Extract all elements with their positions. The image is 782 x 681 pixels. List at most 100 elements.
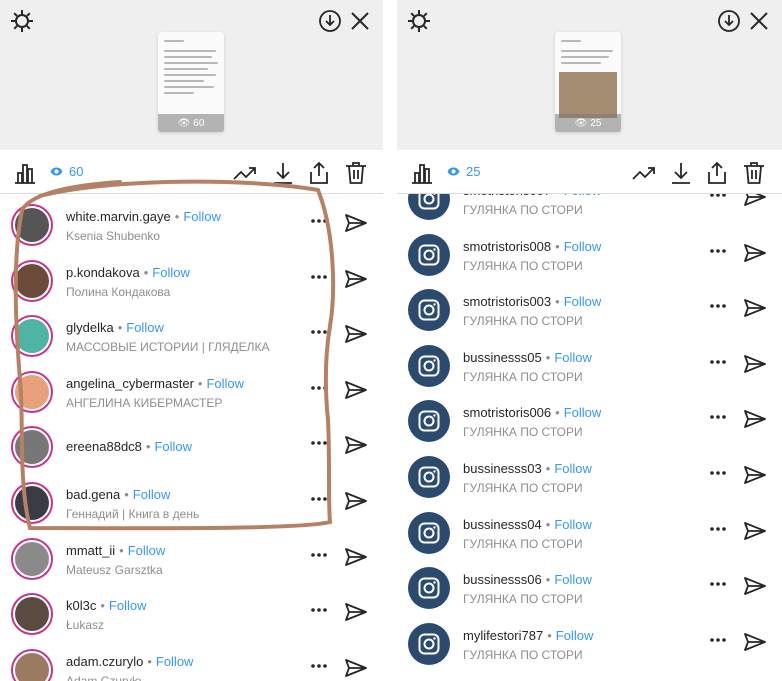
- username-link[interactable]: p.kondakova: [66, 265, 140, 280]
- follow-button[interactable]: Follow: [133, 487, 171, 502]
- close-icon[interactable]: [347, 8, 373, 34]
- avatar[interactable]: [11, 426, 53, 469]
- follow-button[interactable]: Follow: [564, 194, 602, 198]
- username-link[interactable]: adam.czurylo: [66, 654, 143, 669]
- more-options-icon[interactable]: [311, 607, 327, 613]
- send-message-icon[interactable]: [743, 631, 767, 653]
- username-link[interactable]: bad.gena: [66, 487, 120, 502]
- trash-icon[interactable]: [343, 160, 369, 186]
- bar-chart-icon[interactable]: [409, 160, 435, 186]
- more-options-icon[interactable]: [311, 274, 327, 280]
- viewer-row[interactable]: bussinesss03 • Follow ГУЛЯНКА ПО СТОРИ: [397, 448, 782, 504]
- username-link[interactable]: bussinesss03: [463, 461, 542, 476]
- viewer-row[interactable]: ereena88dc8 • Follow: [0, 418, 383, 474]
- more-options-icon[interactable]: [710, 637, 726, 643]
- avatar[interactable]: [11, 259, 53, 302]
- viewer-row[interactable]: bussinesss06 • Follow ГУЛЯНКА ПО СТОРИ: [397, 559, 782, 615]
- avatar[interactable]: [408, 511, 450, 554]
- follow-button[interactable]: Follow: [564, 405, 602, 420]
- send-message-icon[interactable]: [344, 601, 368, 623]
- follow-button[interactable]: Follow: [564, 294, 602, 309]
- avatar[interactable]: [408, 289, 450, 332]
- viewer-row[interactable]: bad.gena • Follow Геннадий | Книга в день: [0, 474, 383, 530]
- avatar[interactable]: [11, 648, 53, 681]
- more-options-icon[interactable]: [311, 663, 327, 669]
- download-icon[interactable]: [270, 160, 296, 186]
- viewer-row[interactable]: glydelka • Follow МАССОВЫЕ ИСТОРИИ | ГЛЯДЕЛ…: [0, 307, 383, 363]
- send-message-icon[interactable]: [344, 212, 368, 234]
- viewer-row[interactable]: smotristoris003 • Follow ГУЛЯНКА ПО СТОРИ: [397, 281, 782, 337]
- send-message-icon[interactable]: [344, 323, 368, 345]
- viewers-count[interactable]: 25: [447, 164, 480, 179]
- avatar[interactable]: [408, 567, 450, 610]
- username-link[interactable]: bussinesss04: [463, 517, 542, 532]
- follow-button[interactable]: Follow: [109, 598, 147, 613]
- more-options-icon[interactable]: [311, 440, 327, 446]
- more-options-icon[interactable]: [710, 581, 726, 587]
- send-message-icon[interactable]: [743, 194, 767, 208]
- download-icon[interactable]: [668, 160, 694, 186]
- more-options-icon[interactable]: [710, 470, 726, 476]
- viewer-row[interactable]: mmatt_ii • Follow Mateusz Garsztka: [0, 530, 383, 586]
- settings-gear-icon[interactable]: [406, 8, 432, 34]
- avatar[interactable]: [11, 315, 53, 358]
- share-icon[interactable]: [704, 160, 730, 186]
- trending-icon[interactable]: [232, 160, 258, 186]
- more-options-icon[interactable]: [311, 218, 327, 224]
- viewer-row[interactable]: angelina_cybermaster • Follow АНГЕЛИНА КИБЕ…: [0, 363, 383, 419]
- send-message-icon[interactable]: [743, 408, 767, 430]
- bar-chart-icon[interactable]: [12, 160, 38, 186]
- send-message-icon[interactable]: [743, 297, 767, 319]
- follow-button[interactable]: Follow: [206, 376, 244, 391]
- viewer-row[interactable]: white.marvin.gaye • Follow Ksenia Shubenko: [0, 196, 383, 252]
- send-message-icon[interactable]: [743, 464, 767, 486]
- username-link[interactable]: mmatt_ii: [66, 543, 115, 558]
- username-link[interactable]: smotristoris003: [463, 294, 551, 309]
- avatar[interactable]: [11, 204, 53, 246]
- follow-button[interactable]: Follow: [183, 209, 221, 224]
- username-link[interactable]: white.marvin.gaye: [66, 209, 171, 224]
- username-link[interactable]: bussinesss05: [463, 350, 542, 365]
- follow-button[interactable]: Follow: [156, 654, 194, 669]
- viewer-row[interactable]: smotristoris008 • Follow ГУЛЯНКА ПО СТОРИ: [397, 226, 782, 282]
- trending-icon[interactable]: [631, 160, 657, 186]
- send-message-icon[interactable]: [344, 434, 368, 456]
- username-link[interactable]: smotristoris007: [463, 194, 551, 198]
- more-options-icon[interactable]: [710, 194, 726, 198]
- follow-button[interactable]: Follow: [152, 265, 190, 280]
- avatar[interactable]: [408, 344, 450, 387]
- viewer-row[interactable]: p.kondakova • Follow Полина Кондакова: [0, 252, 383, 308]
- viewer-row[interactable]: adam.czurylo • Follow Adam Czuryło: [0, 641, 383, 681]
- send-message-icon[interactable]: [743, 575, 767, 597]
- avatar[interactable]: [408, 400, 450, 443]
- send-message-icon[interactable]: [743, 520, 767, 542]
- avatar[interactable]: [11, 537, 53, 580]
- send-message-icon[interactable]: [743, 242, 767, 264]
- viewers-count[interactable]: 60: [50, 164, 83, 179]
- username-link[interactable]: bussinesss06: [463, 572, 542, 587]
- send-message-icon[interactable]: [743, 353, 767, 375]
- more-options-icon[interactable]: [311, 552, 327, 558]
- follow-button[interactable]: Follow: [128, 543, 166, 558]
- avatar[interactable]: [408, 194, 450, 220]
- viewer-row[interactable]: bussinesss04 • Follow ГУЛЯНКА ПО СТОРИ: [397, 504, 782, 560]
- send-message-icon[interactable]: [344, 379, 368, 401]
- viewer-row[interactable]: smotristoris006 • Follow ГУЛЯНКА ПО СТОРИ: [397, 392, 782, 448]
- follow-button[interactable]: Follow: [154, 439, 192, 454]
- viewer-row[interactable]: mylifestori787 • Follow ГУЛЯНКА ПО СТОРИ: [397, 615, 782, 671]
- avatar[interactable]: [11, 593, 53, 636]
- viewer-row[interactable]: bussinesss05 • Follow ГУЛЯНКА ПО СТОРИ: [397, 337, 782, 393]
- follow-button[interactable]: Follow: [126, 320, 164, 335]
- viewer-row[interactable]: smotristoris007 • Follow ГУЛЯНКА ПО СТОРИ: [397, 194, 782, 226]
- username-link[interactable]: k0l3c: [66, 598, 96, 613]
- settings-gear-icon[interactable]: [9, 8, 35, 34]
- more-options-icon[interactable]: [311, 329, 327, 335]
- avatar[interactable]: [408, 456, 450, 498]
- story-thumbnail[interactable]: 👁 25: [555, 32, 621, 132]
- follow-button[interactable]: Follow: [554, 461, 592, 476]
- more-options-icon[interactable]: [311, 385, 327, 391]
- send-message-icon[interactable]: [344, 657, 368, 679]
- username-link[interactable]: smotristoris008: [463, 239, 551, 254]
- trash-icon[interactable]: [741, 160, 767, 186]
- more-options-icon[interactable]: [710, 526, 726, 532]
